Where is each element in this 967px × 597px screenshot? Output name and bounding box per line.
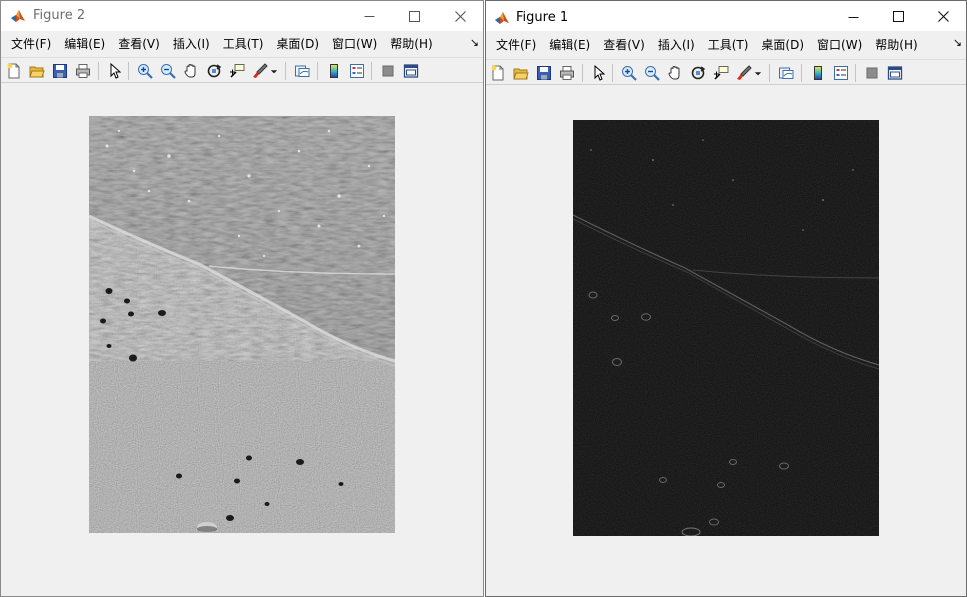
dropdown-arrow-icon[interactable] <box>753 64 763 81</box>
pan-icon[interactable] <box>182 62 199 79</box>
figure-1-window: Figure 1 文件(F) 编辑(E) 查看(V) 插入(I) 工具(T) 桌… <box>485 0 967 597</box>
print-icon[interactable] <box>558 64 575 81</box>
menu-help[interactable]: 帮助(H) <box>870 32 925 58</box>
minimize-button[interactable] <box>346 1 392 31</box>
menu-file[interactable]: 文件(F) <box>6 31 59 57</box>
rotate-3d-icon[interactable] <box>689 64 706 81</box>
toolbar-separator <box>371 62 372 80</box>
figure-toolbar <box>1 57 483 83</box>
menu-tools[interactable]: 工具(T) <box>703 32 757 58</box>
brush-icon[interactable] <box>251 62 268 79</box>
toolbar-separator <box>317 62 318 80</box>
menu-overflow-icon[interactable]: ↘ <box>953 36 962 49</box>
toolbar-separator <box>801 64 802 82</box>
menu-bar: 文件(F) 编辑(E) 查看(V) 插入(I) 工具(T) 桌面(D) 窗口(W… <box>1 31 483 57</box>
new-figure-icon[interactable] <box>5 62 22 79</box>
matlab-logo-icon <box>494 10 510 26</box>
maximize-button[interactable] <box>875 1 921 31</box>
pointer-icon[interactable] <box>590 64 607 81</box>
beach-grayscale-image <box>89 116 395 533</box>
menu-window[interactable]: 窗口(W) <box>327 31 385 57</box>
open-file-icon[interactable] <box>512 64 529 81</box>
close-icon <box>454 10 466 22</box>
zoom-in-icon[interactable] <box>620 64 637 81</box>
open-file-icon[interactable] <box>28 62 45 79</box>
minimize-icon <box>848 16 858 18</box>
pointer-icon[interactable] <box>106 62 123 79</box>
menu-desktop[interactable]: 桌面(D) <box>756 32 812 58</box>
menu-edit[interactable]: 编辑(E) <box>59 31 113 57</box>
menu-insert[interactable]: 插入(I) <box>168 31 218 57</box>
pan-icon[interactable] <box>666 64 683 81</box>
menu-window[interactable]: 窗口(W) <box>812 32 870 58</box>
menu-view[interactable]: 查看(V) <box>598 32 653 58</box>
hide-plot-tools-icon[interactable] <box>379 62 396 79</box>
figure-canvas <box>1 85 483 596</box>
close-button[interactable] <box>437 1 483 31</box>
zoom-out-icon[interactable] <box>159 62 176 79</box>
minimize-button[interactable] <box>830 1 876 31</box>
rotate-3d-icon[interactable] <box>205 62 222 79</box>
legend-icon[interactable] <box>348 62 365 79</box>
maximize-icon <box>892 10 904 22</box>
title-bar[interactable]: Figure 1 <box>486 1 966 31</box>
close-button[interactable] <box>920 1 966 31</box>
menu-insert[interactable]: 插入(I) <box>653 32 703 58</box>
menu-desktop[interactable]: 桌面(D) <box>271 31 327 57</box>
menu-file[interactable]: 文件(F) <box>491 32 544 58</box>
maximize-button[interactable] <box>391 1 437 31</box>
toolbar-separator <box>769 64 770 82</box>
hide-plot-tools-icon[interactable] <box>863 64 880 81</box>
edge-detected-image <box>573 120 879 536</box>
menu-overflow-icon[interactable]: ↘ <box>470 36 479 49</box>
menu-view[interactable]: 查看(V) <box>113 31 168 57</box>
close-icon <box>937 10 949 22</box>
figure-toolbar <box>486 59 966 85</box>
menu-bar: 文件(F) 编辑(E) 查看(V) 插入(I) 工具(T) 桌面(D) 窗口(W… <box>486 31 966 59</box>
figure-2-window: Figure 2 文件(F) 编辑(E) 查看(V) 插入(I) 工具(T) 桌… <box>0 0 484 597</box>
toolbar-separator <box>128 62 129 80</box>
minimize-icon <box>364 15 374 17</box>
dropdown-arrow-icon[interactable] <box>269 62 279 79</box>
show-plot-tools-icon[interactable] <box>402 62 419 79</box>
toolbar-separator <box>612 64 613 82</box>
toolbar-separator <box>285 62 286 80</box>
colorbar-icon[interactable] <box>809 64 826 81</box>
toolbar-separator <box>855 64 856 82</box>
new-figure-icon[interactable] <box>489 64 506 81</box>
title-bar[interactable]: Figure 2 <box>1 1 483 31</box>
print-icon[interactable] <box>74 62 91 79</box>
data-cursor-icon[interactable] <box>228 62 245 79</box>
zoom-in-icon[interactable] <box>136 62 153 79</box>
zoom-out-icon[interactable] <box>643 64 660 81</box>
matlab-logo-icon <box>10 8 26 24</box>
maximize-icon <box>408 10 420 22</box>
data-cursor-icon[interactable] <box>712 64 729 81</box>
toolbar-separator <box>98 62 99 80</box>
window-title: Figure 1 <box>516 10 569 25</box>
window-title: Figure 2 <box>33 8 86 23</box>
toolbar-separator <box>582 64 583 82</box>
save-icon[interactable] <box>535 64 552 81</box>
brush-icon[interactable] <box>735 64 752 81</box>
show-plot-tools-icon[interactable] <box>886 64 903 81</box>
save-icon[interactable] <box>51 62 68 79</box>
link-plot-icon[interactable] <box>777 64 794 81</box>
menu-help[interactable]: 帮助(H) <box>385 31 440 57</box>
colorbar-icon[interactable] <box>325 62 342 79</box>
menu-edit[interactable]: 编辑(E) <box>544 32 598 58</box>
menu-tools[interactable]: 工具(T) <box>218 31 272 57</box>
figure-canvas <box>486 87 966 596</box>
legend-icon[interactable] <box>832 64 849 81</box>
link-plot-icon[interactable] <box>293 62 310 79</box>
